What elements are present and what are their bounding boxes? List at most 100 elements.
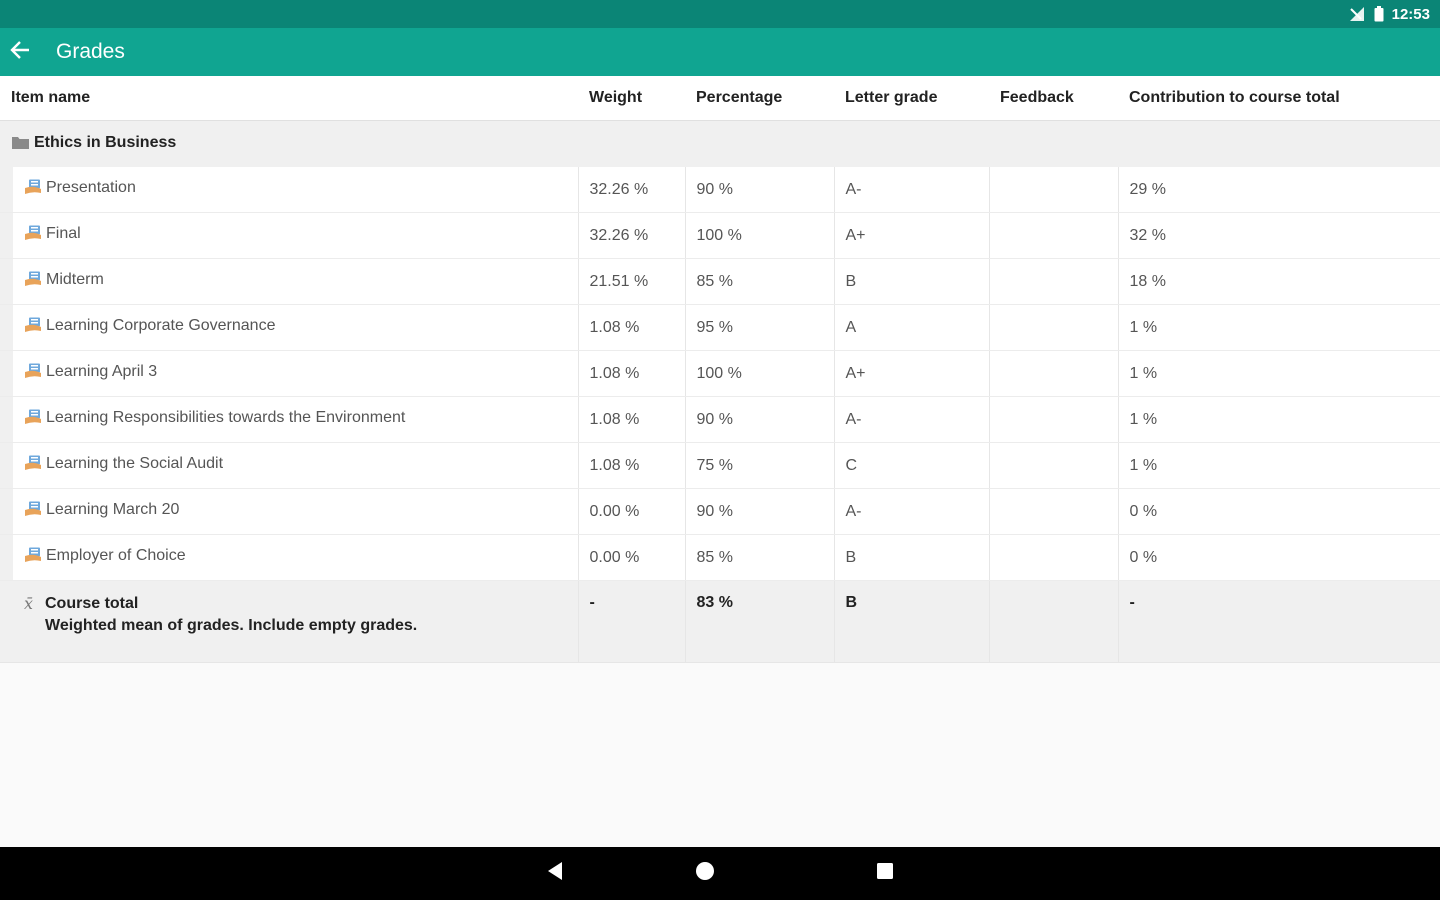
- total-letter-grade-cell: B: [834, 580, 990, 663]
- item-name-link[interactable]: Final: [46, 225, 81, 242]
- signal-icon: [1348, 6, 1366, 22]
- contribution-cell: 0 %: [1118, 534, 1440, 581]
- percentage-cell: 100 %: [685, 350, 835, 397]
- circle-home-icon: [695, 861, 715, 886]
- letter-grade-cell: A-: [834, 396, 990, 443]
- item-name-cell: Learning April 3: [0, 350, 579, 397]
- item-name-link[interactable]: Learning Responsibilities towards the En…: [46, 409, 405, 426]
- item-name-link[interactable]: Learning the Social Audit: [46, 455, 223, 472]
- percentage-cell: 90 %: [685, 167, 835, 213]
- sigma-icon: x̄: [24, 594, 34, 613]
- assignment-icon: [24, 501, 42, 522]
- triangle-back-icon: [546, 861, 564, 886]
- percentage-cell: 85 %: [685, 258, 835, 305]
- grades-table: Item name Weight Percentage Letter grade…: [0, 76, 1440, 663]
- letter-grade-cell: B: [834, 534, 990, 581]
- letter-grade-cell: A-: [834, 488, 990, 535]
- column-header-contribution: Contribution to course total: [1118, 76, 1440, 121]
- letter-grade-cell: B: [834, 258, 990, 305]
- column-header-item-name: Item name: [0, 76, 578, 121]
- feedback-cell: [989, 350, 1119, 397]
- item-name-cell: Learning March 20: [0, 488, 579, 535]
- item-name-cell: Final: [0, 212, 579, 259]
- table-row: Midterm 21.51 % 85 % B 18 %: [0, 258, 1440, 305]
- feedback-cell: [989, 534, 1119, 581]
- percentage-cell: 90 %: [685, 488, 835, 535]
- course-total-name-cell: x̄ Course total Weighted mean of grades. I…: [0, 580, 579, 663]
- back-button[interactable]: [0, 28, 40, 76]
- contribution-cell: 18 %: [1118, 258, 1440, 305]
- assignment-icon: [24, 225, 42, 246]
- assignment-icon: [24, 363, 42, 384]
- contribution-cell: 1 %: [1118, 396, 1440, 443]
- item-name-link[interactable]: Employer of Choice: [46, 547, 186, 564]
- percentage-cell: 95 %: [685, 304, 835, 351]
- column-header-weight: Weight: [578, 76, 685, 121]
- letter-grade-cell: C: [834, 442, 990, 489]
- item-name-link[interactable]: Learning April 3: [46, 363, 157, 380]
- percentage-cell: 75 %: [685, 442, 835, 489]
- table-row: Presentation 32.26 % 90 % A- 29 %: [0, 167, 1440, 213]
- letter-grade-cell: A+: [834, 350, 990, 397]
- item-name-link[interactable]: Presentation: [46, 179, 136, 196]
- navigation-bar: [0, 847, 1440, 900]
- battery-icon: [1374, 6, 1384, 22]
- table-row: Learning April 3 1.08 % 100 % A+ 1 %: [0, 350, 1440, 397]
- column-header-letter-grade: Letter grade: [834, 76, 989, 121]
- contribution-cell: 32 %: [1118, 212, 1440, 259]
- weight-cell: 21.51 %: [578, 258, 686, 305]
- item-name-cell: Employer of Choice: [0, 534, 579, 581]
- feedback-cell: [989, 212, 1119, 259]
- course-total-row: x̄ Course total Weighted mean of grades. I…: [0, 580, 1440, 663]
- contribution-cell: 1 %: [1118, 442, 1440, 489]
- column-header-percentage: Percentage: [685, 76, 834, 121]
- course-total-description: Weighted mean of grades. Include empty g…: [45, 617, 418, 634]
- contribution-cell: 29 %: [1118, 167, 1440, 213]
- weight-cell: 1.08 %: [578, 442, 686, 489]
- feedback-cell: [989, 442, 1119, 489]
- feedback-cell: [989, 258, 1119, 305]
- weight-cell: 32.26 %: [578, 167, 686, 213]
- assignment-icon: [24, 271, 42, 292]
- item-name-cell: Presentation: [0, 167, 579, 213]
- assignment-icon: [24, 179, 42, 200]
- app-bar: Grades: [0, 28, 1440, 76]
- status-time: 12:53: [1391, 5, 1430, 23]
- nav-back-button[interactable]: [525, 847, 585, 900]
- column-header-feedback: Feedback: [989, 76, 1118, 121]
- item-name-link[interactable]: Midterm: [46, 271, 104, 288]
- nav-recents-button[interactable]: [855, 847, 915, 900]
- feedback-cell: [989, 167, 1119, 213]
- item-name-cell: Learning Corporate Governance: [0, 304, 579, 351]
- percentage-cell: 100 %: [685, 212, 835, 259]
- category-row: Ethics in Business: [0, 120, 1440, 167]
- item-name-link[interactable]: Learning March 20: [46, 501, 179, 518]
- table-row: Final 32.26 % 100 % A+ 32 %: [0, 212, 1440, 259]
- letter-grade-cell: A-: [834, 167, 990, 213]
- feedback-cell: [989, 304, 1119, 351]
- nav-home-button[interactable]: [675, 847, 735, 900]
- weight-cell: 1.08 %: [578, 396, 686, 443]
- table-row: Employer of Choice 0.00 % 85 % B 0 %: [0, 534, 1440, 581]
- contribution-cell: 1 %: [1118, 350, 1440, 397]
- letter-grade-cell: A+: [834, 212, 990, 259]
- assignment-icon: [24, 455, 42, 476]
- assignment-icon: [24, 409, 42, 430]
- percentage-cell: 90 %: [685, 396, 835, 443]
- assignment-icon: [24, 317, 42, 338]
- item-name-cell: Midterm: [0, 258, 579, 305]
- item-name-link[interactable]: Learning Corporate Governance: [46, 317, 275, 334]
- weight-cell: 32.26 %: [578, 212, 686, 259]
- weight-cell: 1.08 %: [578, 304, 686, 351]
- status-bar: 12:53: [0, 0, 1440, 28]
- contribution-cell: 1 %: [1118, 304, 1440, 351]
- assignment-icon: [24, 547, 42, 568]
- table-row: Learning March 20 0.00 % 90 % A- 0 %: [0, 488, 1440, 535]
- percentage-cell: 85 %: [685, 534, 835, 581]
- total-percentage-cell: 83 %: [685, 580, 835, 663]
- total-contribution-cell: -: [1118, 580, 1440, 663]
- total-feedback-cell: [989, 580, 1119, 663]
- total-weight-cell: -: [578, 580, 686, 663]
- table-row: Learning the Social Audit 1.08 % 75 % C 1 %: [0, 442, 1440, 489]
- square-recents-icon: [876, 862, 894, 885]
